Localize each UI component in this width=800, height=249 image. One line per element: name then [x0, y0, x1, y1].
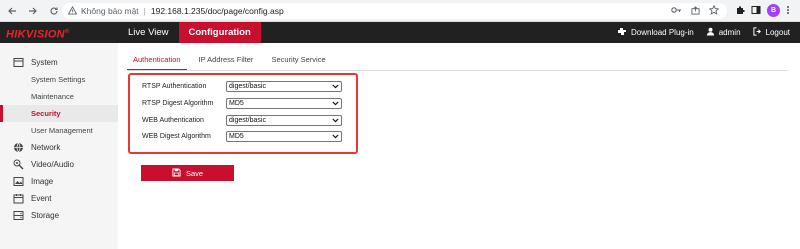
key-icon[interactable] — [671, 6, 682, 16]
rtsp-digest-algorithm-select[interactable]: MD5 — [226, 97, 342, 109]
reload-icon[interactable] — [45, 2, 63, 20]
url-text: 192.168.1.235/doc/page/config.asp — [150, 6, 284, 16]
form-row-rtsp-digest-algorithm: RTSP Digest Algorithm MD5 — [142, 97, 342, 109]
tab-security-service[interactable]: Security Service — [265, 53, 331, 71]
top-navigation: Live View Configuration — [118, 22, 261, 43]
logout-icon — [752, 27, 762, 38]
sidebar-item-label: Network — [31, 143, 61, 152]
more-menu-icon[interactable] — [786, 5, 790, 17]
app-header: HIKVISION® Live View Configuration Downl… — [0, 22, 800, 43]
sidebar-item-network[interactable]: Network — [0, 139, 118, 156]
sidebar-item-label: Storage — [31, 211, 60, 220]
tab-authentication[interactable]: Authentication — [127, 53, 187, 71]
rtsp-authentication-select[interactable]: digest/basic — [226, 80, 342, 92]
web-authentication-select[interactable]: digest/basic — [226, 114, 342, 126]
browser-toolbar: Không bảo mật | 192.168.1.235/doc/page/c… — [0, 0, 800, 22]
system-icon — [13, 57, 24, 68]
sidebar-item-event[interactable]: Event — [0, 190, 118, 207]
storage-icon — [13, 210, 24, 221]
web-digest-algorithm-select[interactable]: MD5 — [226, 130, 342, 142]
sidebar: System System Settings Maintenance Secur… — [0, 43, 118, 249]
chevron-down-icon — [332, 133, 339, 140]
download-plugin-label: Download Plug-in — [631, 28, 694, 37]
user-name: admin — [718, 28, 741, 37]
sidebar-item-image[interactable]: Image — [0, 173, 118, 190]
logo-registered-mark: ® — [64, 29, 70, 35]
logout-link[interactable]: Logout — [752, 27, 790, 38]
forward-icon[interactable] — [24, 2, 42, 20]
brand-logo: HIKVISION® — [6, 22, 70, 43]
sidebar-item-label: Video/Audio — [31, 160, 74, 169]
field-label: WEB Digest Algorithm — [142, 132, 211, 140]
logout-label: Logout — [765, 28, 790, 37]
profile-avatar[interactable]: B — [767, 4, 780, 17]
save-label: Save — [185, 168, 204, 178]
chevron-down-icon — [332, 83, 339, 90]
sidebar-item-system[interactable]: System — [0, 54, 118, 71]
form-row-rtsp-authentication: RTSP Authentication digest/basic — [142, 80, 342, 92]
field-label: WEB Authentication — [142, 116, 204, 124]
warning-icon[interactable] — [67, 5, 78, 17]
select-value: MD5 — [229, 99, 244, 107]
sidebar-item-label: Event — [31, 194, 52, 203]
side-panel-icon[interactable] — [751, 5, 761, 17]
video-audio-icon — [13, 159, 24, 170]
back-icon[interactable] — [3, 2, 21, 20]
sidebar-item-label: Image — [31, 177, 54, 186]
tab-ip-address-filter[interactable]: IP Address Filter — [193, 53, 260, 71]
nav-live-view[interactable]: Live View — [118, 22, 179, 43]
download-plugin-link[interactable]: Download Plug-in — [617, 27, 694, 38]
extensions-icon[interactable] — [735, 5, 745, 17]
address-bar[interactable]: Không bảo mật | 192.168.1.235/doc/page/c… — [62, 3, 727, 19]
form-row-web-digest-algorithm: WEB Digest Algorithm MD5 — [142, 130, 342, 142]
sidebar-item-video-audio[interactable]: Video/Audio — [0, 156, 118, 173]
sidebar-item-label: System — [31, 58, 58, 67]
field-label: RTSP Authentication — [142, 82, 207, 90]
address-separator: | — [143, 6, 146, 16]
nav-configuration[interactable]: Configuration — [178, 22, 261, 43]
sidebar-item-security[interactable]: Security — [0, 105, 118, 122]
chevron-down-icon — [332, 100, 339, 107]
tab-bar: Authentication IP Address Filter Securit… — [127, 53, 338, 71]
save-disk-icon — [172, 167, 181, 179]
save-button[interactable]: Save — [141, 165, 234, 181]
event-calendar-icon — [13, 193, 24, 204]
sidebar-item-user-management[interactable]: User Management — [0, 122, 118, 139]
tab-divider — [127, 70, 787, 71]
logo-text: HIKVISION — [6, 28, 65, 41]
sidebar-item-system-settings[interactable]: System Settings — [0, 71, 118, 88]
select-value: MD5 — [229, 132, 244, 140]
select-value: digest/basic — [229, 82, 266, 90]
user-menu[interactable]: admin — [706, 27, 741, 38]
share-icon[interactable] — [691, 5, 700, 17]
security-label: Không bảo mật — [81, 6, 139, 16]
network-globe-icon — [13, 142, 24, 153]
sidebar-item-storage[interactable]: Storage — [0, 207, 118, 224]
bookmark-star-icon[interactable] — [708, 4, 720, 17]
chevron-down-icon — [332, 117, 339, 124]
select-value: digest/basic — [229, 116, 266, 124]
field-label: RTSP Digest Algorithm — [142, 99, 214, 107]
sidebar-item-maintenance[interactable]: Maintenance — [0, 88, 118, 105]
header-actions: Download Plug-in admin Logout — [617, 22, 790, 43]
image-icon — [13, 176, 24, 187]
form-row-web-authentication: WEB Authentication digest/basic — [142, 114, 342, 126]
user-icon — [706, 27, 715, 38]
plugin-icon — [617, 27, 627, 38]
main-content: Authentication IP Address Filter Securit… — [118, 43, 800, 249]
